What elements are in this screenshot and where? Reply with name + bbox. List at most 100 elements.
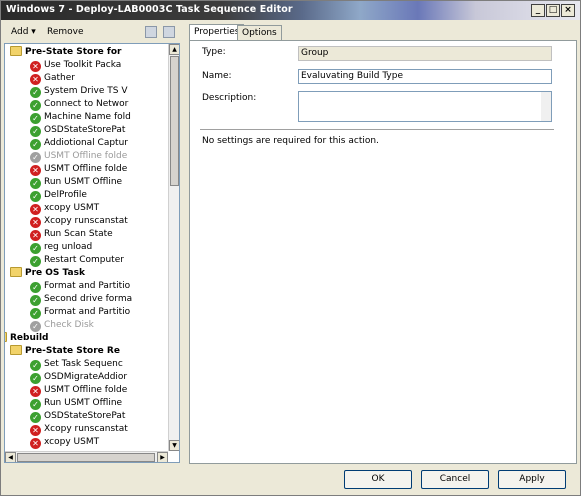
tree-item-label: DelProfile <box>44 190 87 200</box>
tree-step[interactable]: ✓ OSDMigrateAddior <box>30 371 127 384</box>
tree-step[interactable]: ✓ Set Task Sequenc <box>30 358 123 371</box>
tree-step[interactable]: ✓ Addiotional Captur <box>30 137 128 150</box>
tree-item-label: reg unload <box>44 242 93 252</box>
move-up-icon[interactable] <box>145 26 157 38</box>
tree-group[interactable]: Rebuild <box>5 332 49 345</box>
tree-item-label: USMT Offline folde <box>44 151 128 161</box>
title-bar[interactable]: Windows 7 - Deploy-LAB0003C Task Sequenc… <box>1 1 580 20</box>
close-button[interactable]: × <box>561 4 575 17</box>
tree-step[interactable]: ✓ Second drive forma <box>30 293 132 306</box>
success-check-icon: ✓ <box>30 256 41 267</box>
tree-step[interactable]: ✓ Run USMT Offline <box>30 397 122 410</box>
error-x-icon: ✕ <box>30 61 41 72</box>
tree-item-label: Format and Partitio <box>44 281 131 291</box>
tree-group[interactable]: Pre-State Store Re <box>10 345 120 358</box>
tree-step[interactable]: ✓ Connect to Networ <box>30 98 128 111</box>
tree-step[interactable]: ✓ System Drive TS V <box>30 85 128 98</box>
tree-step[interactable]: ✕ xcopy USMT <box>30 436 99 449</box>
tree-step[interactable]: ✓ reg unload <box>30 241 92 254</box>
error-x-icon: ✕ <box>30 230 41 241</box>
tree-step[interactable]: ✕ Run Scan State <box>30 228 113 241</box>
folder-icon <box>10 46 22 56</box>
scroll-left-arrow-icon[interactable]: ◀ <box>5 452 16 462</box>
description-textarea[interactable] <box>298 91 552 122</box>
folder-icon <box>10 345 22 355</box>
folder-icon <box>10 267 22 277</box>
tree-item-label: Check Disk <box>44 320 94 330</box>
apply-button[interactable]: Apply <box>498 470 566 489</box>
tree-step[interactable]: ✓ Check Disk <box>30 319 94 332</box>
tree-step[interactable]: ✕ Xcopy runscanstat <box>30 215 128 228</box>
success-check-icon: ✓ <box>30 308 41 319</box>
folder-icon <box>5 332 7 342</box>
tree-horizontal-scrollbar[interactable]: ◀ ▶ <box>5 451 168 462</box>
tree-step[interactable]: ✓ OSDStateStorePat <box>30 410 125 423</box>
tree-step[interactable]: ✕ USMT Offline folde <box>30 384 127 397</box>
task-sequence-editor-window: Windows 7 - Deploy-LAB0003C Task Sequenc… <box>0 0 581 496</box>
toolbar: Add ▾ Remove <box>3 23 186 41</box>
move-down-icon[interactable] <box>163 26 175 38</box>
tree-group[interactable]: Pre OS Task <box>10 267 85 280</box>
success-check-icon: ✓ <box>30 399 41 410</box>
tree-item-label: Set Task Sequenc <box>44 359 123 369</box>
success-check-icon: ✓ <box>30 113 41 124</box>
tree-item-label: Pre-State Store for <box>25 47 122 57</box>
success-check-icon: ✓ <box>30 373 41 384</box>
tree-step[interactable]: ✓ Run USMT Offline <box>30 176 122 189</box>
tree-horizontal-scroll-thumb[interactable] <box>17 453 155 462</box>
scroll-up-arrow-icon[interactable]: ▲ <box>169 44 179 55</box>
tree-item-label: xcopy USMT <box>44 203 100 213</box>
minimize-button[interactable]: _ <box>531 4 545 17</box>
tree-item-label: Xcopy runscanstat <box>44 216 128 226</box>
tree-vertical-scroll-thumb[interactable] <box>170 56 179 186</box>
tree-item-label: Use Toolkit Packa <box>44 60 122 70</box>
divider <box>200 129 554 130</box>
error-x-icon: ✕ <box>30 438 41 449</box>
tree-step[interactable]: ✕ Use Toolkit Packa <box>30 59 121 72</box>
tree-item-label: Restart Computer <box>44 255 124 265</box>
cancel-button[interactable]: Cancel <box>421 470 489 489</box>
error-x-icon: ✕ <box>30 217 41 228</box>
tree-vertical-scrollbar[interactable]: ▲ ▼ <box>168 44 179 451</box>
scroll-right-arrow-icon[interactable]: ▶ <box>157 452 168 462</box>
scroll-down-arrow-icon[interactable]: ▼ <box>169 440 179 451</box>
success-check-icon: ✓ <box>30 126 41 137</box>
success-check-icon: ✓ <box>30 100 41 111</box>
success-check-icon: ✓ <box>30 412 41 423</box>
type-field: Group <box>298 46 552 61</box>
tree-item-label: Run Scan State <box>44 229 113 239</box>
tree-step[interactable]: ✕ xcopy USMT <box>30 202 99 215</box>
tree-item-label: Pre OS Task <box>25 268 85 278</box>
maximize-button[interactable]: □ <box>546 4 560 17</box>
success-check-icon: ✓ <box>30 295 41 306</box>
tree-item-label: System Drive TS V <box>44 86 128 96</box>
description-scrollbar[interactable] <box>541 92 551 121</box>
success-check-icon: ✓ <box>30 139 41 150</box>
error-x-icon: ✕ <box>30 386 41 397</box>
tree-item-label: OSDStateStorePat <box>44 411 126 421</box>
tree-step[interactable]: ✓ DelProfile <box>30 189 87 202</box>
tree-step[interactable]: ✓ Restart Computer <box>30 254 124 267</box>
success-check-icon: ✓ <box>30 178 41 189</box>
add-button[interactable]: Add ▾ <box>11 25 36 40</box>
tree-item-label: Machine Name fold <box>44 112 131 122</box>
tree-step[interactable]: ✓ Format and Partitio <box>30 280 130 293</box>
remove-button[interactable]: Remove <box>47 25 84 40</box>
tree-step[interactable]: ✓ Format and Partitio <box>30 306 130 319</box>
name-input[interactable]: Evaluvating Build Type <box>298 69 552 84</box>
tree-item-label: Run USMT Offline <box>44 398 123 408</box>
tree-step[interactable]: ✓ USMT Offline folde <box>30 150 127 163</box>
success-check-icon: ✓ <box>30 191 41 202</box>
tree-group[interactable]: Pre-State Store for <box>10 46 121 59</box>
tree-step[interactable]: ✓ OSDStateStorePat <box>30 124 125 137</box>
tree-step[interactable]: ✕ Gather <box>30 72 75 85</box>
type-label: Type: <box>202 47 226 57</box>
description-label: Description: <box>202 93 257 103</box>
tab-options[interactable]: Options <box>237 25 282 40</box>
ok-button[interactable]: OK <box>344 470 412 489</box>
tree-item-label: Connect to Networ <box>44 99 129 109</box>
tree-step[interactable]: ✓ Machine Name fold <box>30 111 131 124</box>
disabled-step-icon: ✓ <box>30 152 41 163</box>
tree-step[interactable]: ✕ Xcopy runscanstat <box>30 423 128 436</box>
tree-step[interactable]: ✕ USMT Offline folde <box>30 163 127 176</box>
